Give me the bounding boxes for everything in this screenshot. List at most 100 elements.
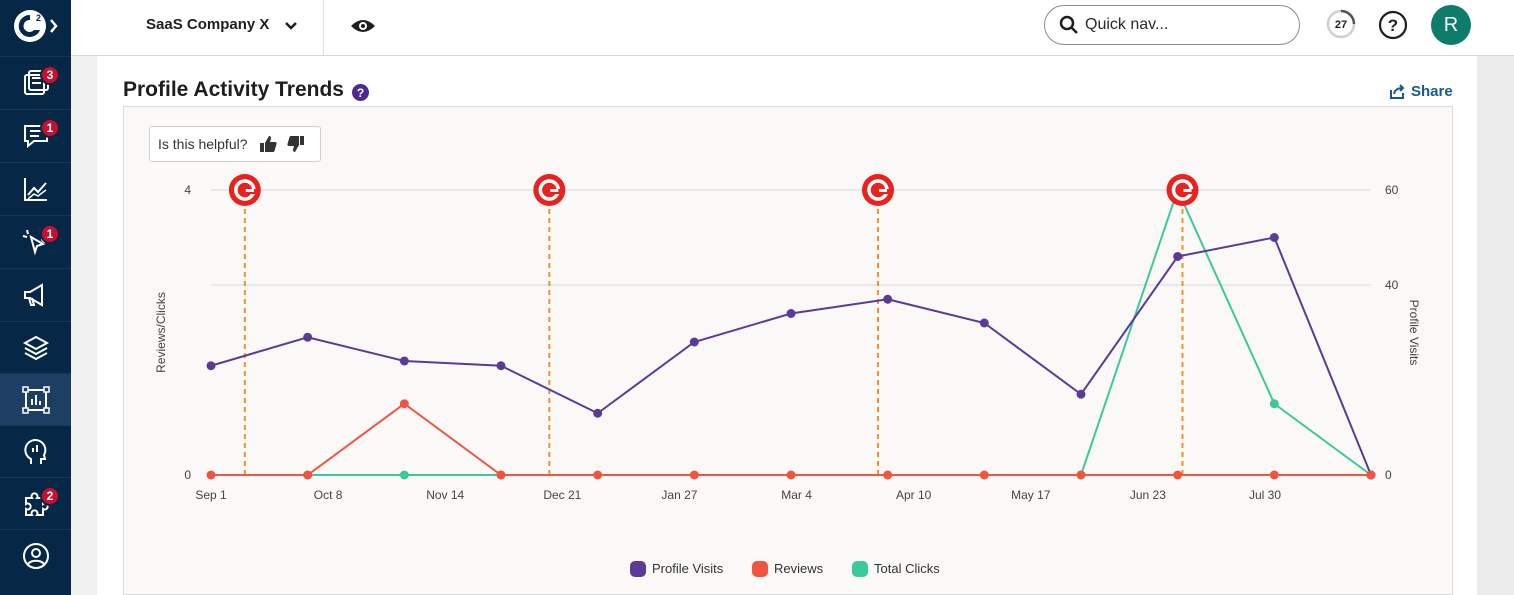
profile-visits-point [689, 337, 699, 347]
reviews-point [496, 470, 506, 480]
trend-chart-icon [23, 177, 47, 201]
x-tick-label: Sep 1 [195, 488, 227, 502]
megaphone-icon [23, 282, 43, 307]
total-clicks-point [1269, 399, 1279, 409]
sidebar-item-dashboard[interactable]: 3 [0, 56, 71, 108]
sidebar-item-products[interactable] [0, 321, 71, 373]
layers-icon [22, 335, 49, 360]
event-marker-circle [1166, 174, 1199, 206]
sidebar-item-insights[interactable] [0, 425, 71, 477]
x-tick-label: Oct 8 [314, 488, 343, 502]
y-right-tick-label: 0 [1385, 468, 1392, 482]
user-circle-icon [22, 542, 49, 569]
profile-visits-point [303, 332, 313, 342]
eye-icon[interactable] [349, 12, 377, 40]
share-icon [1390, 84, 1405, 99]
thumbs-down-icon[interactable] [286, 134, 306, 154]
reviews-point [593, 470, 603, 480]
sidebar-badge: 2 [40, 486, 60, 506]
event-marker-circle [533, 174, 566, 206]
sidebar-item-account[interactable] [0, 529, 71, 581]
avatar[interactable]: R [1431, 5, 1471, 45]
card-title: Profile Activity Trends [123, 78, 344, 101]
y-right-axis-label: Profile Visits [1407, 300, 1421, 366]
title-help-icon[interactable]: ? [352, 84, 369, 101]
reviews-point [1366, 470, 1376, 480]
svg-text:?: ? [1388, 16, 1398, 35]
reviews-point [303, 470, 313, 480]
event-marker-badge [533, 174, 566, 206]
top-bar: SaaS Company X 27 ? R [71, 0, 1514, 56]
y-left-tick-label: 0 [184, 468, 191, 482]
event-marker-circle [228, 174, 261, 206]
reviews-point [399, 399, 409, 409]
activity-counter[interactable]: 27 [1326, 9, 1356, 39]
right-gutter [1477, 56, 1514, 595]
x-tick-label: Nov 14 [426, 488, 464, 502]
sidebar: 2 3 1 1 2 [0, 0, 71, 595]
reviews-point [206, 470, 216, 480]
share-button[interactable]: Share [1388, 82, 1453, 100]
profile-visits-point [1076, 389, 1086, 399]
helpful-feedback: Is this helpful? [149, 126, 321, 162]
profile-visits-point [883, 294, 893, 304]
reviews-point [1269, 470, 1279, 480]
reviews-point [786, 470, 796, 480]
legend-label: Reviews [774, 561, 824, 576]
event-marker-badge [1166, 174, 1199, 206]
quick-nav-input[interactable] [1085, 16, 1285, 34]
profile-visits-point [1269, 233, 1279, 242]
sidebar-badge: 3 [40, 65, 60, 85]
event-marker-circle [862, 174, 894, 206]
svg-text:2: 2 [36, 13, 41, 23]
sidebar-badge: 1 [40, 224, 60, 244]
legend-label: Profile Visits [652, 561, 724, 576]
reviews-point [689, 470, 699, 480]
profile-visits-point [496, 361, 506, 371]
reviews-point [979, 470, 989, 480]
counter-value: 27 [1335, 19, 1347, 31]
y-right-tick-label: 40 [1385, 278, 1399, 292]
event-marker-bar [245, 189, 254, 192]
x-tick-label: Jun 23 [1130, 488, 1166, 502]
event-marker-badge [862, 174, 894, 206]
sidebar-item-messages[interactable]: 1 [0, 109, 71, 161]
sidebar-item-reports[interactable] [0, 373, 71, 425]
x-tick-label: Dec 21 [543, 488, 581, 502]
sidebar-item-marketing[interactable] [0, 268, 71, 320]
profile-visits-point [1173, 252, 1183, 261]
quick-nav-search[interactable] [1044, 5, 1300, 45]
y-left-tick-label: 4 [184, 183, 191, 197]
reviews-point [1076, 470, 1086, 480]
event-marker-bar [1183, 189, 1192, 192]
x-tick-label: Jan 27 [661, 488, 697, 502]
sidebar-item-intent[interactable]: 1 [0, 215, 71, 267]
share-label: Share [1411, 82, 1453, 100]
thumbs-up-icon[interactable] [258, 134, 278, 154]
search-icon [1059, 15, 1078, 34]
help-icon[interactable]: ? [1378, 10, 1408, 40]
profile-visits-point [979, 318, 989, 328]
x-tick-label: Jul 30 [1249, 488, 1281, 502]
profile-visits-point [786, 309, 796, 318]
chevron-down-icon[interactable] [283, 18, 299, 34]
app-root: 2 3 1 1 2 SaaS Company X Quick nav... 27… [0, 0, 1514, 595]
head-insight-icon [23, 438, 46, 464]
reviews-point [1173, 470, 1183, 480]
helpful-label: Is this helpful? [158, 136, 248, 152]
total-clicks-point [399, 470, 409, 480]
legend-swatch [752, 561, 768, 577]
x-tick-label: Apr 10 [896, 488, 932, 502]
g2-logo[interactable]: 2 [0, 0, 71, 52]
profile-visits-point [593, 408, 603, 418]
profile-visits-point [206, 361, 216, 371]
legend-swatch [852, 561, 868, 577]
y-left-axis-label: Reviews/Clicks [154, 292, 168, 373]
sidebar-item-integrations[interactable]: 2 [0, 477, 71, 529]
profile-visits-point [399, 356, 409, 366]
x-tick-label: Mar 4 [781, 488, 812, 502]
sidebar-item-analytics[interactable] [0, 162, 71, 214]
profile-visits-line [210, 236, 1372, 476]
y-right-tick-label: 60 [1385, 183, 1399, 197]
company-selector-label[interactable]: SaaS Company X [146, 16, 269, 33]
